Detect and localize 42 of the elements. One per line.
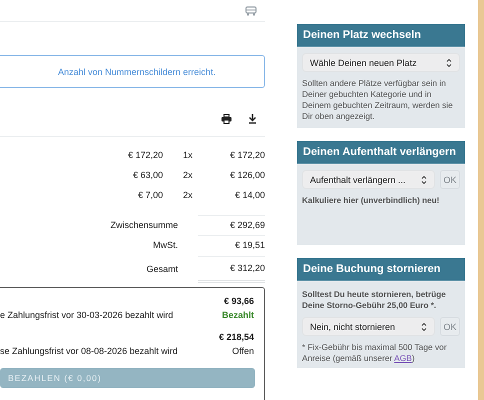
line-total: € 172,20 bbox=[228, 150, 265, 160]
terms-link[interactable]: AGB bbox=[394, 353, 412, 363]
total-label: Zwischensumme bbox=[109, 220, 178, 230]
line-total: € 126,00 bbox=[228, 170, 265, 180]
car-icon[interactable] bbox=[245, 6, 257, 16]
print-icon[interactable] bbox=[221, 114, 232, 124]
updown-icon[interactable] bbox=[446, 58, 452, 68]
dropdown[interactable]: Nein, nicht stornieren bbox=[302, 317, 435, 336]
panel-note: Sollten andere Plätze verfügbar sein in Deiner gebuchten Kategorie und in Deinem gebuchten Zeitraum, werden sie Dir oben angezeigt. bbox=[302, 78, 454, 122]
unit-price: € 63,00 bbox=[132, 170, 163, 180]
dropdown[interactable]: Wähle Deinen neuen Platz bbox=[302, 53, 460, 72]
payment-amount: € 218,54 bbox=[218, 332, 254, 344]
payment-status: Offen bbox=[232, 346, 254, 358]
unit-price: € 7,00 bbox=[136, 190, 163, 200]
total-label: Gesamt bbox=[145, 264, 178, 274]
dropdown-value: Aufenthalt verlängern ... bbox=[310, 174, 406, 184]
total-value: € 312,20 bbox=[198, 256, 265, 282]
dropdown-value: Wähle Deinen neuen Platz bbox=[310, 58, 417, 68]
payment-amount: € 93,66 bbox=[222, 296, 254, 308]
payment-description: se Zahlungsfrist vor 08-08-2026 bezahlt wird bbox=[0, 346, 178, 358]
payment-status: Bezahlt bbox=[222, 310, 254, 322]
quantity: 2x bbox=[183, 170, 194, 180]
panel-header: Deinen Platz wechseln bbox=[297, 24, 465, 47]
payment-description: e Zahlungsfrist vor 30-03-2026 bezahlt wird bbox=[0, 310, 174, 322]
quantity: 2x bbox=[183, 190, 194, 200]
panel-header: Deine Buchung stornieren bbox=[297, 258, 465, 281]
footnote: * Fix-Gebühr bis maximal 500 Tage vor Anreise (gemäß unserer AGB) bbox=[302, 342, 448, 364]
panel-note: Solltest Du heute stornieren, betrüge Deine Storno-Gebühr 25,00 Euro *. bbox=[302, 289, 447, 311]
total-value: € 19,51 bbox=[198, 235, 265, 255]
dropdown[interactable]: Aufenthalt verlängern ... bbox=[302, 170, 435, 189]
panel-note: Kalkuliere hier (unverbindlich) neu! bbox=[302, 195, 440, 206]
panel-header: Deinen Aufenthalt verlängern bbox=[297, 141, 465, 164]
unit-price: € 172,20 bbox=[126, 150, 163, 160]
download-icon[interactable] bbox=[248, 114, 257, 124]
alert-text: Anzahl von Nummernschildern erreicht. bbox=[58, 66, 216, 76]
updown-icon[interactable] bbox=[421, 322, 427, 332]
line-total: € 14,00 bbox=[234, 190, 265, 200]
dropdown-value: Nein, nicht stornieren bbox=[310, 322, 396, 332]
total-value: € 292,69 bbox=[198, 215, 265, 235]
total-label: MwSt. bbox=[152, 240, 178, 250]
updown-icon[interactable] bbox=[421, 174, 427, 184]
quantity: 1x bbox=[183, 150, 194, 160]
